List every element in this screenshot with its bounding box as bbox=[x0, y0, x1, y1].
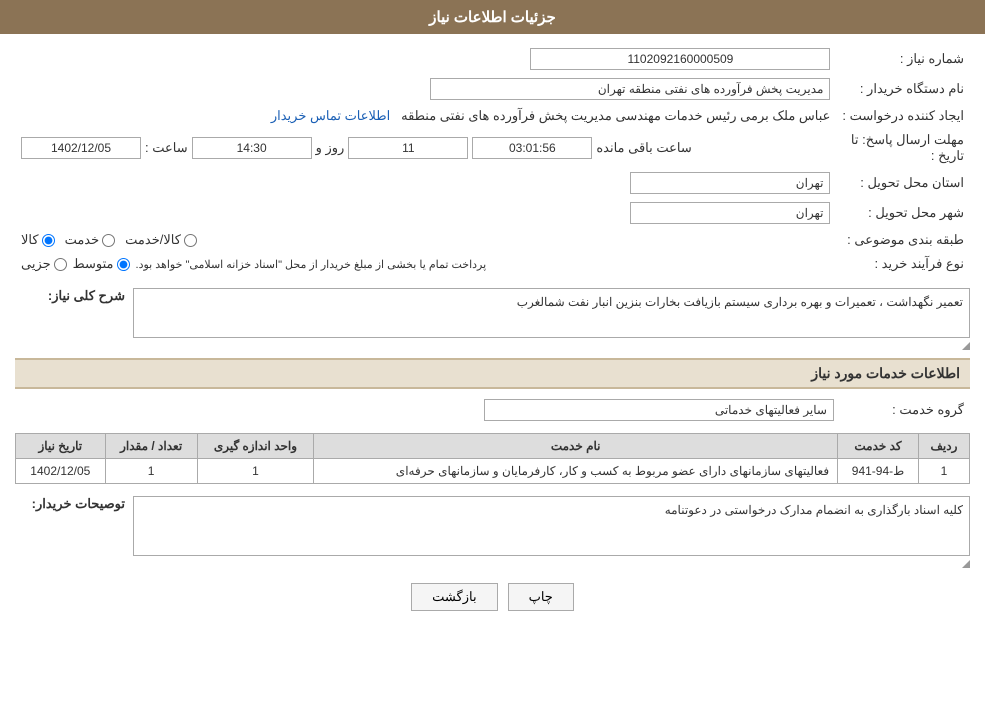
ijadKonande-value: عباس ملک برمی رئیس خدمات مهندسی مدیریت پ… bbox=[401, 108, 830, 123]
tabaghe-kalaKhedmat-label: کالا/خدمت bbox=[125, 232, 181, 248]
shahr-value: تهران bbox=[630, 202, 830, 224]
tabaghe-kalaKhedmat-radio[interactable] bbox=[184, 234, 197, 247]
col-vahed: واحد اندازه گیری bbox=[197, 434, 314, 459]
tawsiyat-value: کلیه اسناد بارگذاری به انضمام مدارک درخو… bbox=[133, 496, 970, 556]
shahr-label: شهر محل تحویل : bbox=[836, 198, 970, 228]
services-table: ردیف کد خدمت نام خدمت واحد اندازه گیری ت… bbox=[15, 433, 970, 484]
tabaghe-option-kalaKhedmat[interactable]: کالا/خدمت bbox=[125, 232, 197, 248]
saatBaqi-label: ساعت باقی مانده bbox=[596, 140, 691, 156]
tabaghe-kala-label: کالا bbox=[21, 232, 39, 248]
tabaghe-options: کالا خدمت کالا/خدمت bbox=[21, 232, 830, 248]
namDastgah-value: مدیریت پخش فرآورده های نفتی منطقه تهران bbox=[430, 78, 830, 100]
noeFarayand-option-motavasset[interactable]: متوسط bbox=[73, 256, 130, 272]
col-tedad: تعداد / مقدار bbox=[105, 434, 197, 459]
roz-label: روز و bbox=[316, 140, 345, 156]
col-kod: کد خدمت bbox=[838, 434, 919, 459]
ijadKonande-link[interactable]: اطلاعات تماس خریدار bbox=[271, 108, 390, 123]
cell-vahed: 1 bbox=[197, 459, 314, 484]
back-button[interactable]: بازگشت bbox=[411, 583, 497, 611]
sharh-label: شرح کلی نیاز: bbox=[48, 288, 125, 303]
tabaghe-khedmat-label: خدمت bbox=[65, 232, 100, 248]
tawsiyat-label: توصیحات خریدار: bbox=[32, 496, 125, 511]
noeFarayand-note: پرداخت تمام یا بخشی از مبلغ خریدار از مح… bbox=[136, 258, 487, 271]
date-value: 1402/12/05 bbox=[21, 137, 141, 159]
col-tarikh: تاریخ نیاز bbox=[16, 434, 106, 459]
page-header: جزئیات اطلاعات نیاز bbox=[0, 0, 985, 34]
footer-buttons: چاپ بازگشت bbox=[15, 568, 970, 626]
table-row: 1 ط-94-941 فعالیتهای سازمانهای دارای عضو… bbox=[16, 459, 970, 484]
ostan-label: استان محل تحویل : bbox=[836, 168, 970, 198]
mohlatErsal-label: مهلت ارسال پاسخ: تا تاریخ : bbox=[836, 128, 970, 168]
khadamat-header: اطلاعات خدمات مورد نیاز bbox=[15, 358, 970, 389]
cell-kod: ط-94-941 bbox=[838, 459, 919, 484]
tabaghe-khedmat-radio[interactable] bbox=[102, 234, 115, 247]
namDastgah-label: نام دستگاه خریدار : bbox=[836, 74, 970, 104]
noeFarayand-jozi-radio[interactable] bbox=[54, 258, 67, 271]
noeFarayand-motavasset-label: متوسط bbox=[73, 256, 114, 272]
tabaghe-label: طبقه بندی موضوعی : bbox=[836, 228, 970, 252]
col-radif: ردیف bbox=[918, 434, 969, 459]
shomareNiaz-value: 1102092160000509 bbox=[530, 48, 830, 70]
print-button[interactable]: چاپ bbox=[508, 583, 574, 611]
time-value: 14:30 bbox=[192, 137, 312, 159]
shomareNiaz-label: شماره نیاز : bbox=[836, 44, 970, 74]
ostan-value: تهران bbox=[630, 172, 830, 194]
time-label: ساعت : bbox=[145, 140, 188, 156]
noeFarayand-jozi-label: جزیی bbox=[21, 256, 51, 272]
saatBaqi-value: 03:01:56 bbox=[472, 137, 592, 159]
cell-tedad: 1 bbox=[105, 459, 197, 484]
col-name: نام خدمت bbox=[314, 434, 838, 459]
noeFarayand-label: نوع فرآیند خرید : bbox=[836, 252, 970, 276]
roz-value: 11 bbox=[348, 137, 468, 159]
ijadKonande-label: ایجاد کننده درخواست : bbox=[836, 104, 970, 128]
sharh-value: تعمیر نگهداشت ، تعمیرات و بهره برداری سی… bbox=[133, 288, 970, 338]
tabaghe-kala-radio[interactable] bbox=[42, 234, 55, 247]
cell-name: فعالیتهای سازمانهای دارای عضو مربوط به ک… bbox=[314, 459, 838, 484]
tabaghe-option-kala[interactable]: کالا bbox=[21, 232, 55, 248]
group-value: سایر فعالیتهای خدماتی bbox=[484, 399, 834, 421]
cell-radif: 1 bbox=[918, 459, 969, 484]
page-title: جزئیات اطلاعات نیاز bbox=[429, 9, 556, 26]
noeFarayand-option-jozi[interactable]: جزیی bbox=[21, 256, 67, 272]
tabaghe-option-khedmat[interactable]: خدمت bbox=[65, 232, 116, 248]
noeFarayand-motavasset-radio[interactable] bbox=[117, 258, 130, 271]
cell-tarikh: 1402/12/05 bbox=[16, 459, 106, 484]
group-label: گروه خدمت : bbox=[840, 395, 970, 425]
